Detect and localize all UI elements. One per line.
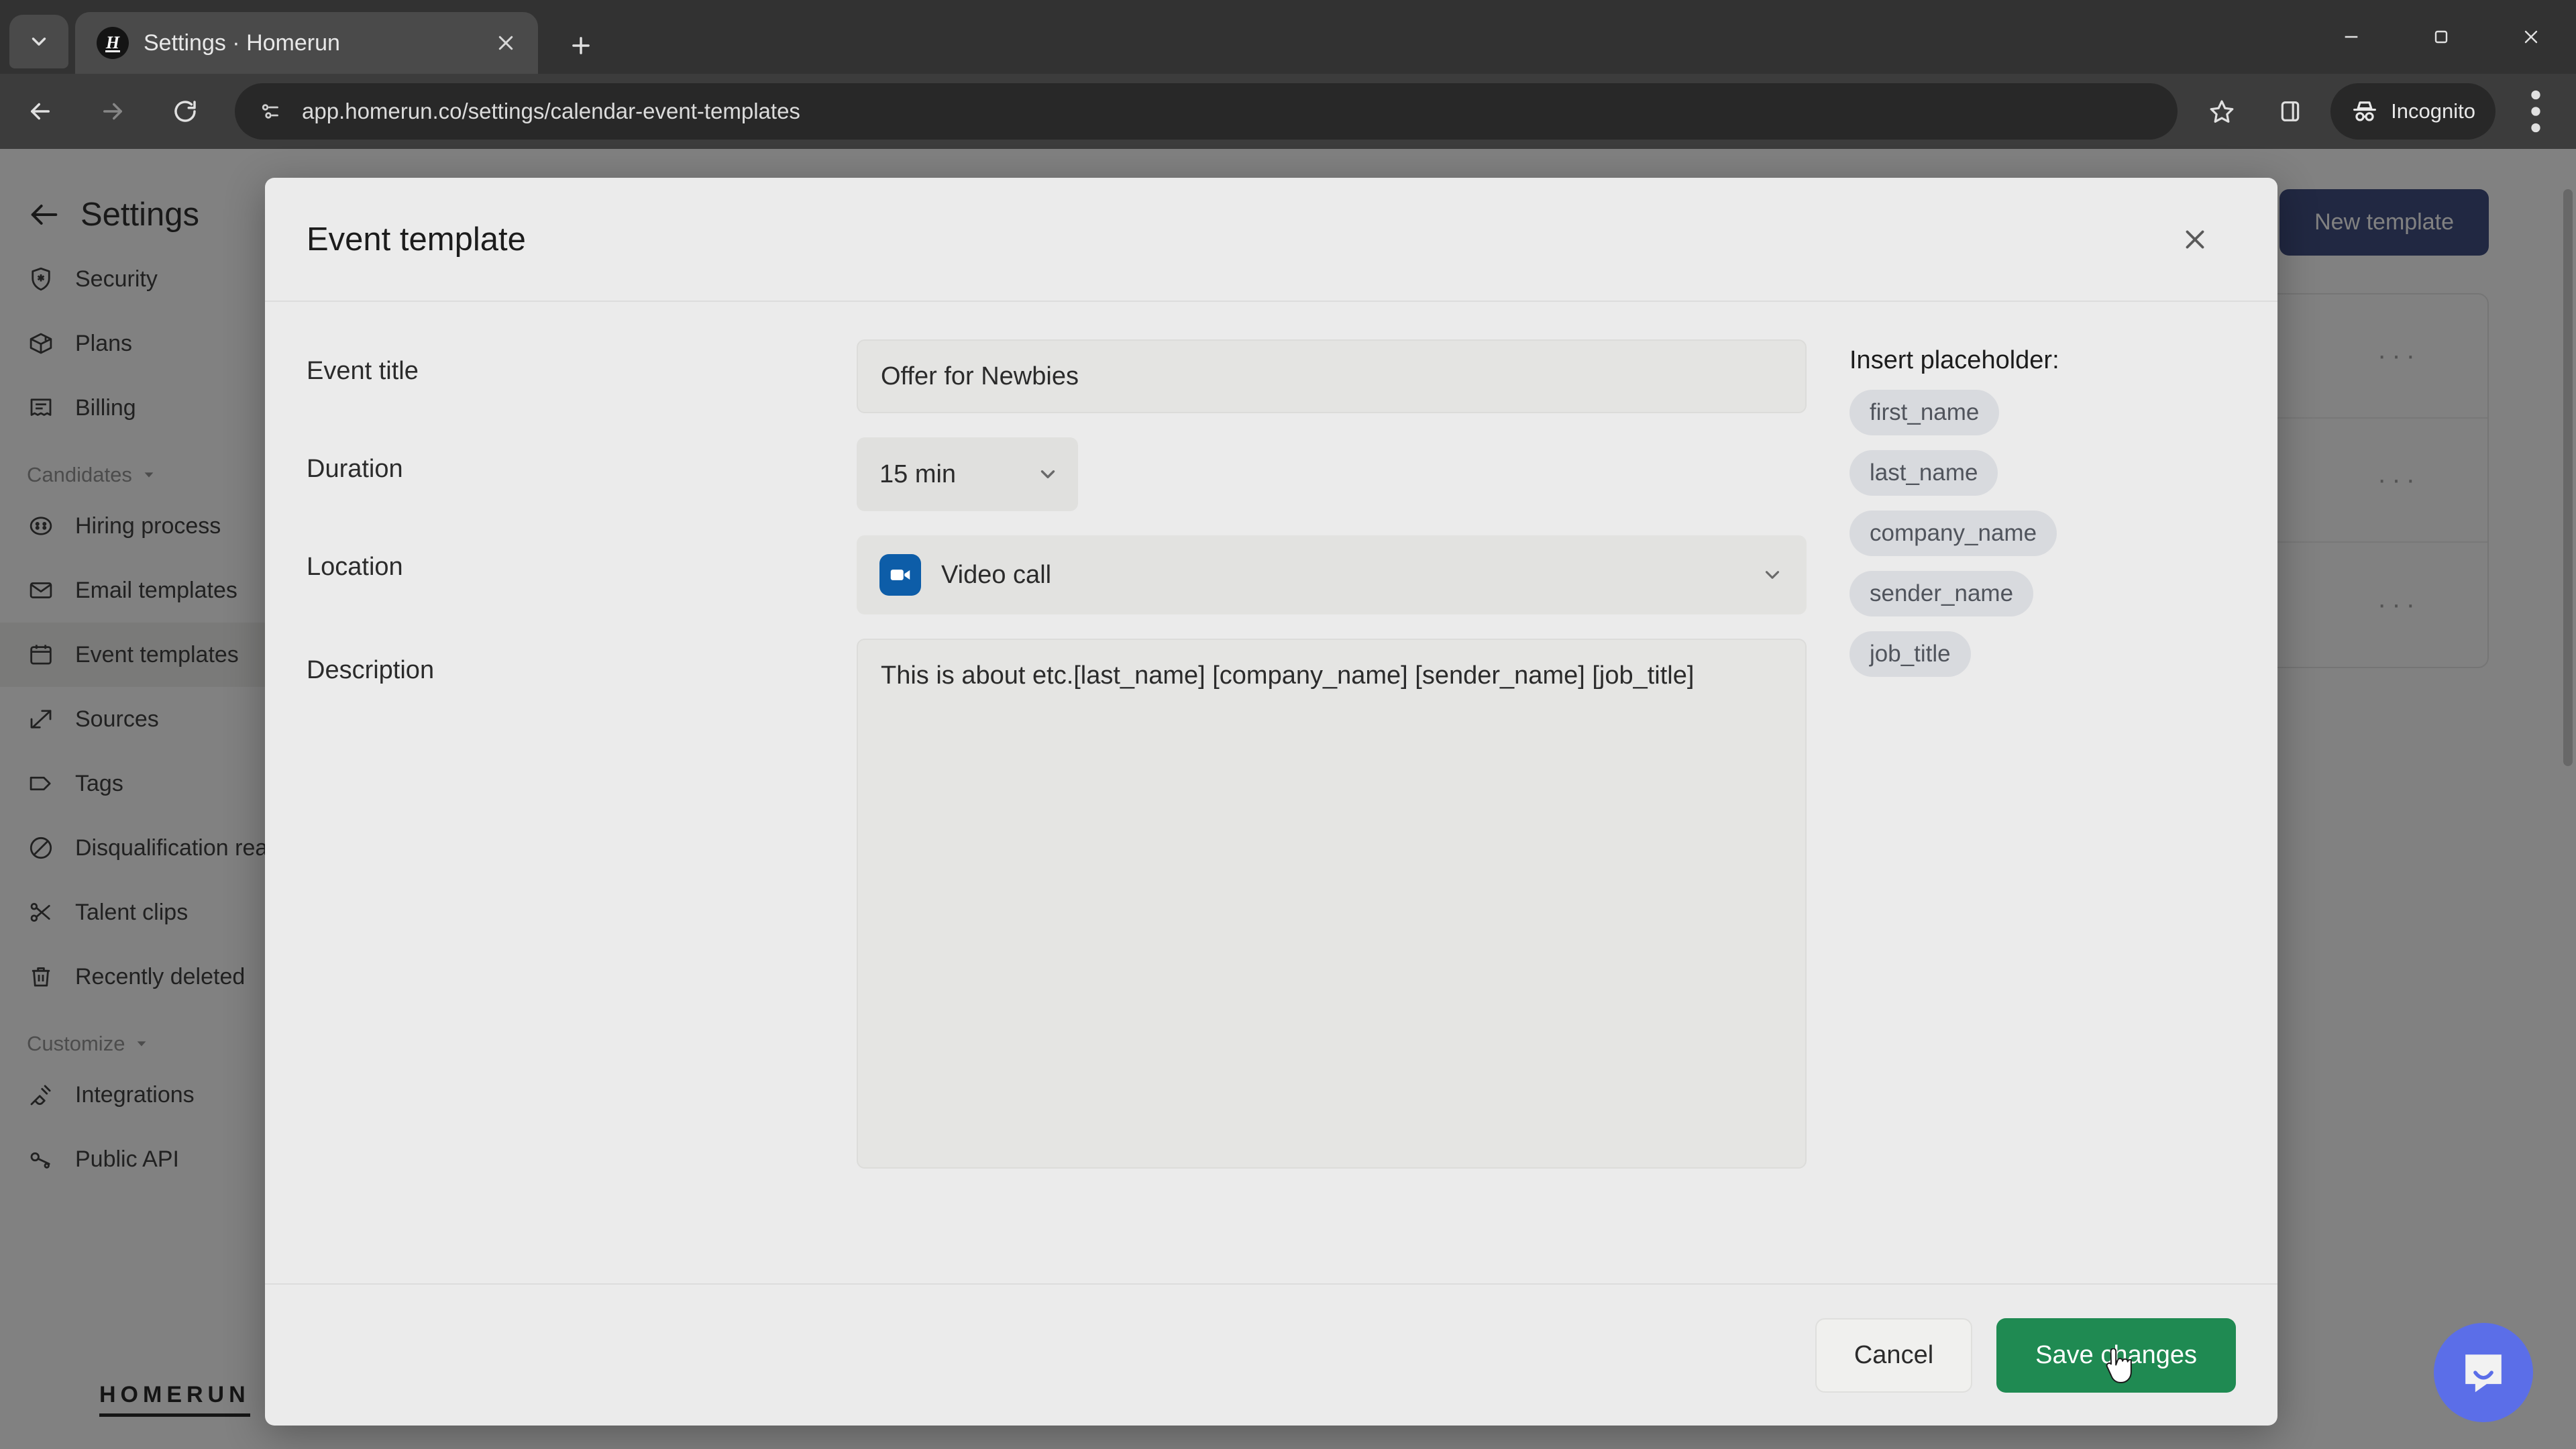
tab-close-button[interactable]: [487, 24, 525, 62]
reload-button[interactable]: [153, 79, 217, 144]
form-row-location: Location Video call: [307, 535, 1807, 614]
event-template-modal: Event template Event title Offer for New…: [265, 178, 2277, 1426]
close-icon: [2186, 230, 2204, 248]
close-window-button[interactable]: [2486, 0, 2576, 74]
incognito-indicator[interactable]: Incognito: [2330, 83, 2496, 140]
maximize-button[interactable]: [2396, 0, 2486, 74]
placeholder-chip-last-name[interactable]: last_name: [1849, 450, 1998, 496]
video-camera-glyph: [890, 570, 910, 580]
incognito-label: Incognito: [2391, 99, 2475, 123]
forward-button[interactable]: [80, 79, 145, 144]
form-row-event-title: Event title Offer for Newbies: [307, 339, 1807, 413]
description-textarea[interactable]: This is about etc.[last_name] [company_n…: [857, 639, 1807, 1169]
save-changes-button[interactable]: Save changes: [1996, 1318, 2236, 1393]
cancel-button[interactable]: Cancel: [1815, 1318, 1973, 1393]
duration-label: Duration: [307, 455, 403, 483]
window-controls: [2306, 0, 2576, 74]
video-call-icon: [879, 554, 921, 596]
description-label: Description: [307, 656, 435, 684]
placeholder-chip-sender-name[interactable]: sender_name: [1849, 571, 2034, 616]
plus-icon: [572, 37, 590, 54]
insert-placeholder-label: Insert placeholder:: [1849, 346, 2059, 374]
back-button[interactable]: [8, 79, 72, 144]
modal-header: Event template: [265, 178, 2277, 302]
minimize-icon: [2345, 36, 2358, 38]
tab-search-button[interactable]: [9, 15, 68, 68]
url-text: app.homerun.co/settings/calendar-event-t…: [302, 99, 800, 123]
duration-select[interactable]: 15 min: [857, 437, 1078, 511]
back-arrow-icon: [31, 103, 50, 120]
forward-arrow-icon: [103, 103, 122, 120]
placeholder-chip-company-name[interactable]: company_name: [1849, 511, 2057, 556]
tab-strip: H Settings · Homerun: [0, 0, 2576, 74]
intercom-chat-button[interactable]: [2434, 1323, 2533, 1422]
chevron-down-icon: [1765, 571, 1780, 579]
reload-icon: [174, 101, 196, 122]
close-icon: [498, 36, 513, 50]
chevron-down-icon: [32, 38, 46, 46]
bookmark-button[interactable]: [2194, 83, 2250, 140]
event-title-input[interactable]: Offer for Newbies: [857, 339, 1807, 413]
placeholder-panel: Insert placeholder: first_name last_name…: [1807, 339, 2236, 1283]
window-close-icon: [2524, 30, 2538, 44]
placeholder-chip-first-name[interactable]: first_name: [1849, 390, 2000, 435]
event-title-label: Event title: [307, 357, 419, 385]
modal-footer: Cancel Save changes: [265, 1283, 2277, 1426]
address-bar[interactable]: app.homerun.co/settings/calendar-event-t…: [235, 83, 2178, 140]
new-tab-button[interactable]: [557, 21, 605, 70]
modal-title: Event template: [307, 221, 526, 258]
location-value: Video call: [941, 560, 1052, 589]
favicon-homerun: H: [97, 27, 129, 59]
placeholder-chip-job-title[interactable]: job_title: [1849, 631, 1971, 677]
side-panel-button[interactable]: [2262, 83, 2318, 140]
three-dots-vertical-icon: [2531, 90, 2540, 133]
minimize-button[interactable]: [2306, 0, 2396, 74]
incognito-hat-icon: [2353, 101, 2377, 121]
browser-toolbar: app.homerun.co/settings/calendar-event-t…: [0, 74, 2576, 149]
side-panel-icon: [2281, 101, 2300, 121]
browser-menu-button[interactable]: [2508, 83, 2564, 140]
location-label: Location: [307, 553, 403, 581]
form-row-description: Description This is about etc.[last_name…: [307, 639, 1807, 1169]
browser-tab[interactable]: H Settings · Homerun: [75, 12, 538, 74]
event-template-form: Event title Offer for Newbies Duration 1…: [307, 339, 1807, 1283]
chat-bubble-icon: [2465, 1354, 2502, 1393]
browser-window: H Settings · Homerun app.homerun.co/sett…: [0, 0, 2576, 1449]
location-select[interactable]: Video call: [857, 535, 1807, 614]
modal-body: Event title Offer for Newbies Duration 1…: [265, 302, 2277, 1283]
maximize-icon: [2434, 30, 2448, 44]
tab-title: Settings · Homerun: [144, 30, 340, 56]
star-icon: [2210, 100, 2234, 123]
modal-close-button[interactable]: [2166, 211, 2224, 268]
duration-value: 15 min: [879, 460, 957, 488]
chevron-down-icon: [1040, 470, 1055, 478]
page-info-icon: [262, 104, 278, 119]
site-info-button[interactable]: [255, 96, 286, 127]
form-row-duration: Duration 15 min: [307, 437, 1807, 511]
